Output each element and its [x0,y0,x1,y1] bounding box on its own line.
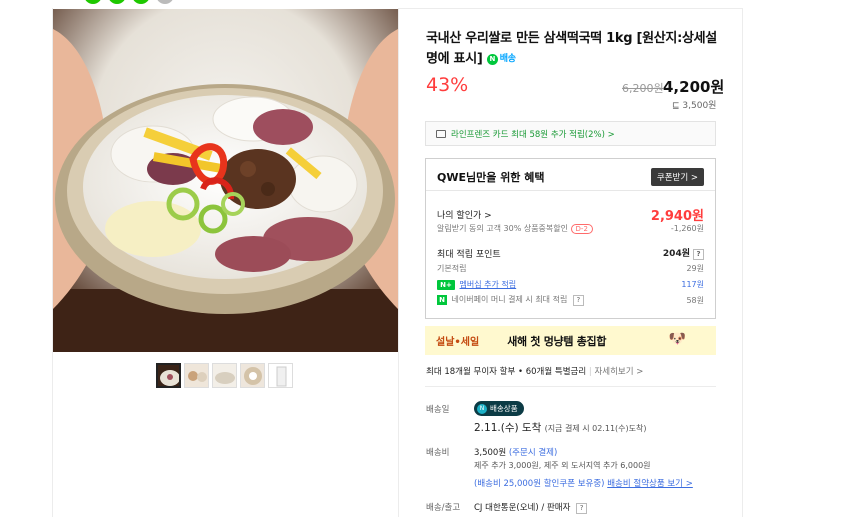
thumbnail-3[interactable] [212,363,237,388]
question-icon[interactable]: ? [572,295,584,306]
indicator-dot [108,0,126,4]
basic-points-row: 기본적립 29원 [437,263,704,274]
n-pay-icon: N [437,294,447,305]
thumbnail-5[interactable] [268,363,293,388]
benefit-divider [426,190,715,191]
arrive-note: (지금 결제 시 02.11(수)도착) [544,424,647,433]
thumbnail-strip [156,363,293,388]
coupon-detail-text: 알림받기 동의 고객 30% 상품중복할인 [437,224,568,233]
divider [425,386,716,387]
ship-fee-note: (주문시 결제) [508,448,558,458]
unit-price: ⊑ 3,500원 [672,98,716,111]
basic-points-value: 29원 [686,264,704,273]
delivery-badge-label: 배송상품 [490,404,518,413]
courier-label: 배송/출고 [426,503,461,513]
coupon-amount: -1,260원 [670,224,704,233]
npay-delivery-badge: N 배송 [486,49,516,69]
npay-money-row: N 네이버페이 머니 결제 시 최대 적립 ? 58원 [437,294,704,306]
npay-money-label: 네이버페이 머니 결제 시 최대 적립 [451,295,568,304]
bundle-products-link[interactable]: 배송비 절약상품 보기 > [607,479,693,489]
event-text: 새해 첫 멍냥템 총집합 [507,334,607,348]
extra-fee: 제주 추가 3,000원, 제주 외 도서지역 추가 6,000원 [474,461,651,470]
membership-points-value: 117원 [681,280,704,289]
my-discount-row[interactable]: 나의 할인가 > 2,940원 [437,205,704,224]
unit-icon: ⊑ [672,101,680,111]
ship-fee-value: 3,500원 [474,448,507,458]
coupon-button[interactable]: 쿠폰받기 > [650,168,704,186]
indicator-dot [84,0,102,4]
dog-cat-icon: 🐶 [668,331,686,347]
coupon-detail-row: 알림받기 동의 고객 30% 상품중복할인 D-2 -1,260원 [437,223,704,234]
my-discount-value: 2,940원 [650,209,704,224]
courier-text: CJ 대한통운(오네) / 판매자 [474,503,571,513]
installment-more-link[interactable]: 자세히보기 > [594,367,643,377]
ship-fee: 3,500원 (주문시 결제) [474,446,557,458]
card-promo-text: 라인프렌즈 카드 최대 58원 추가 적립(2%) > [451,129,615,140]
installment-info: 최대 18개월 무이자 할부 • 60개월 특별금리 | 자세히보기 > [426,365,643,377]
indicator-dot [132,0,150,4]
indicator-dot [156,0,174,4]
thumbnail-1[interactable] [156,363,181,388]
unit-price-value: 3,500원 [682,101,717,111]
dday-badge: D-2 [570,224,593,234]
discount-rate: 43% [426,74,469,96]
ship-fee-label: 배송비 [426,448,450,458]
coupon-detail: 알림받기 동의 고객 30% 상품중복할인 D-2 [437,223,593,234]
membership-points-row[interactable]: N+ 멤버십 추가 적립 117원 [437,279,704,290]
max-points-row: 최대 적립 포인트 204원? [437,246,704,260]
benefit-box: QWE님만을 위한 혜택 쿠폰받기 > 나의 할인가 > 2,940원 알림받기… [425,158,716,319]
membership-label-wrap: N+ 멤버십 추가 적립 [437,279,516,290]
max-points-label: 최대 적립 포인트 [437,249,501,260]
my-discount-label: 나의 할인가 > [437,211,492,221]
max-points-value: 204원 [662,249,690,259]
question-icon[interactable]: ? [576,503,588,514]
n-delivery-icon: N [477,403,487,414]
basic-points-label: 기본적립 [437,264,467,273]
product-title: 국내산 우리쌀로 만든 삼색떡국떡 1kg [원산지:상세설명에 표시] N 배… [426,29,721,70]
thumbnail-4[interactable] [240,363,265,388]
delivery-badge: N 배송상품 [474,401,524,416]
ship-coupon-row: (배송비 25,000원 할인쿠폰 보유중) 배송비 절약상품 보기 > [474,477,693,489]
event-banner[interactable]: 설날•세일 새해 첫 멍냥템 총집합 🐶 [425,326,716,355]
event-tag: 설날•세일 [436,337,480,348]
installment-text: 최대 18개월 무이자 할부 • 60개월 특별금리 [426,367,587,377]
n-plus-icon: N+ [437,279,455,290]
benefit-title: QWE님만을 위한 혜택 [437,171,545,184]
original-price: 6,200원 [622,82,664,95]
npay-money-label-wrap: N 네이버페이 머니 결제 시 최대 적립 ? [437,294,584,306]
product-title-text: 국내산 우리쌀로 만든 삼색떡국떡 1kg [원산지:상세설명에 표시] [426,31,717,67]
n-pay-icon: N [486,53,498,65]
npay-badge-label: 배송 [499,54,516,64]
max-points-value-wrap: 204원? [663,246,704,260]
arrive-date: 2.11.(수) 도착 (지금 결제 시 02.11(수)도착) [474,420,646,435]
top-indicator-dots [84,0,174,4]
ship-coupon-note: (배송비 25,000원 할인쿠폰 보유중) [474,479,605,489]
courier-info: CJ 대한통운(오네) / 판매자 ? [474,501,588,514]
ship-date-label: 배송일 [426,405,450,415]
main-product-image[interactable] [53,9,398,352]
question-icon[interactable]: ? [693,249,704,260]
sale-price: 4,200원 [663,78,725,96]
membership-link[interactable]: 멤버십 추가 적립 [460,280,517,289]
card-icon [436,129,446,138]
arrive-date-text: 2.11.(수) 도착 [474,422,542,434]
thumbnail-2[interactable] [184,363,209,388]
card-promo-banner[interactable]: 라인프렌즈 카드 최대 58원 추가 적립(2%) > [425,121,716,146]
npay-money-value: 58원 [686,295,704,305]
